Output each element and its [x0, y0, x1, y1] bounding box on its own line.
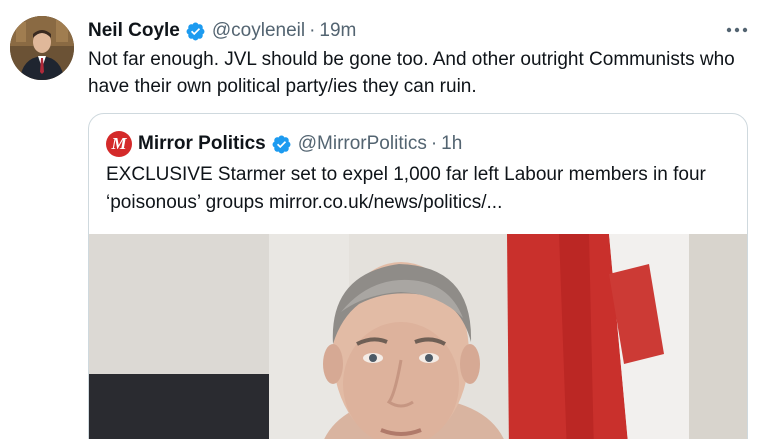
- verified-badge-icon: [185, 21, 206, 42]
- mirror-logo-avatar[interactable]: M: [106, 131, 132, 157]
- quoted-tweet-photo[interactable]: [89, 234, 747, 439]
- more-options-icon[interactable]: [722, 18, 752, 42]
- tweet-header: Neil Coyle @coyleneil · 19m: [88, 18, 356, 44]
- quoted-tweet-text: EXCLUSIVE Starmer set to expel 1,000 far…: [106, 164, 706, 213]
- quoted-author-name[interactable]: Mirror Politics: [138, 133, 266, 155]
- tweet-text: Not far enough. JVL should be gone too. …: [88, 49, 735, 97]
- quoted-tweet[interactable]: M Mirror Politics @MirrorPolitics · 1h E…: [88, 113, 748, 439]
- quoted-author-handle[interactable]: @MirrorPolitics: [298, 133, 427, 155]
- author-avatar-image: [10, 16, 74, 80]
- verified-badge-icon: [271, 134, 292, 155]
- quoted-tweet-header: M Mirror Politics @MirrorPolitics · 1h: [106, 131, 462, 157]
- header-separator: ·: [309, 20, 316, 41]
- quoted-header-separator: ·: [430, 133, 438, 154]
- author-handle[interactable]: @coyleneil: [212, 20, 305, 42]
- quoted-tweet-timestamp[interactable]: 1h: [441, 133, 462, 155]
- author-avatar[interactable]: [10, 16, 74, 80]
- tweet-timestamp[interactable]: 19m: [319, 20, 356, 42]
- author-name[interactable]: Neil Coyle: [88, 20, 180, 42]
- tweet[interactable]: Neil Coyle @coyleneil · 19m Not far enou…: [0, 0, 780, 439]
- photo-of-man-with-flag: [89, 234, 747, 439]
